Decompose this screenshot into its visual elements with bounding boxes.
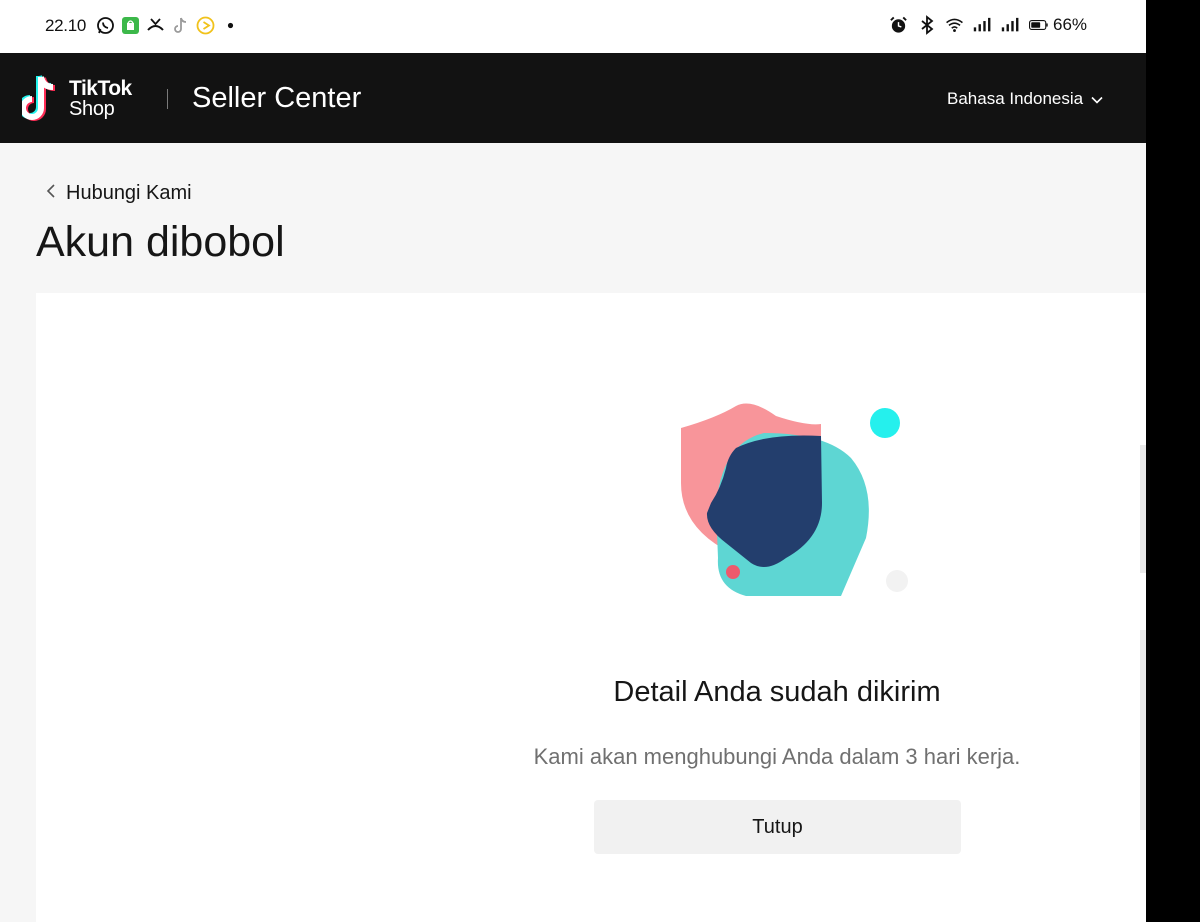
chevron-left-icon: [46, 182, 56, 205]
play-icon: [196, 16, 215, 35]
status-bar: 22.10 66%: [0, 0, 1146, 53]
dot-icon: [221, 16, 240, 35]
battery-percent: 66%: [1053, 15, 1088, 34]
system-icons: 66%: [889, 15, 1087, 35]
result-card: Detail Anda sudah dikirim Kami akan meng…: [36, 293, 1146, 922]
close-button[interactable]: Tutup: [594, 800, 961, 854]
notification-icons: [96, 16, 240, 35]
battery-icon: [1029, 16, 1048, 35]
tiktok-icon: [171, 16, 190, 35]
security-illustration: [676, 388, 926, 603]
language-selector[interactable]: Bahasa Indonesia: [947, 89, 1103, 109]
status-time: 22.10: [45, 16, 87, 35]
logo-text-shop: Shop: [69, 98, 115, 120]
page-title: Akun dibobol: [36, 218, 285, 266]
result-subtitle: Kami akan menghubungi Anda dalam 3 hari …: [533, 744, 1021, 769]
tiktok-logo-icon[interactable]: [18, 73, 62, 123]
app-title: Seller Center: [192, 82, 362, 114]
shop-app-icon: [121, 16, 140, 35]
signal-icon: [1001, 16, 1020, 35]
app-screen: 22.10 66% TikTok Shop Seller Center Baha…: [0, 0, 1146, 922]
back-link[interactable]: Hubungi Kami: [46, 182, 192, 205]
signal-icon: [973, 16, 992, 35]
header-divider: [167, 89, 168, 109]
screen-edge: [1146, 0, 1200, 922]
language-label: Bahasa Indonesia: [947, 89, 1084, 108]
wifi-icon: [945, 16, 964, 35]
missed-call-icon: [146, 16, 165, 35]
result-title: Detail Anda sudah dikirim: [613, 676, 941, 708]
top-header: TikTok Shop Seller Center Bahasa Indones…: [0, 53, 1146, 143]
back-link-label: Hubungi Kami: [66, 182, 192, 204]
bluetooth-icon: [917, 15, 936, 35]
whatsapp-icon: [96, 16, 115, 35]
chevron-down-icon: [1091, 89, 1103, 109]
alarm-icon: [889, 16, 908, 35]
